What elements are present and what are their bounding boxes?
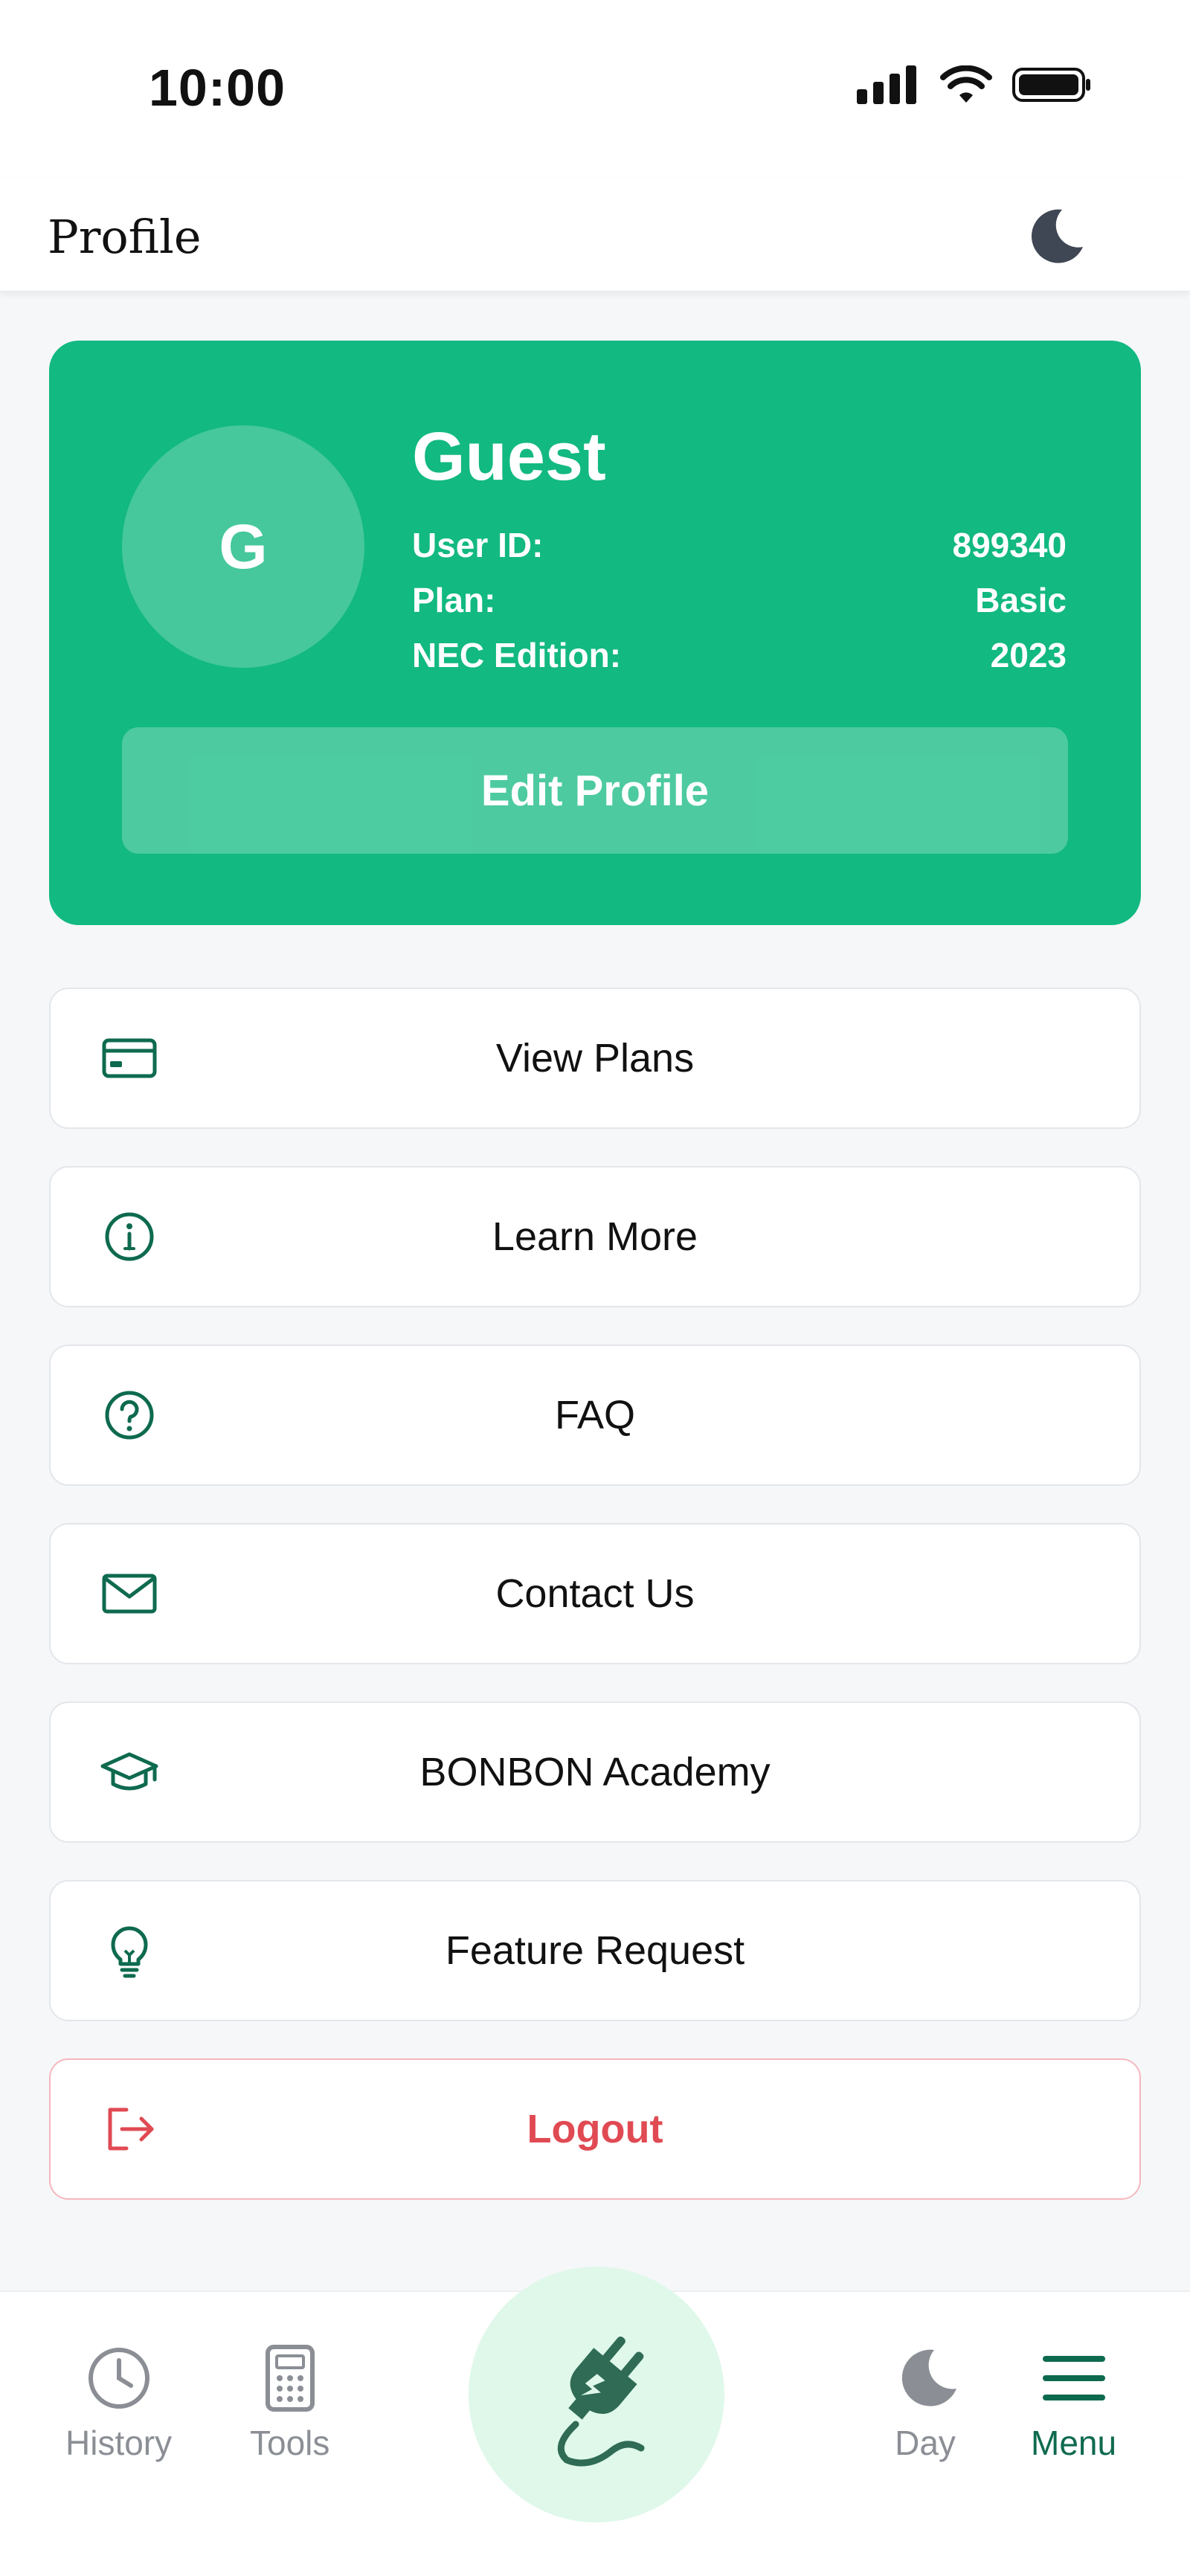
status-bar: 10:00 <box>0 0 1190 178</box>
nav-menu[interactable]: Menu <box>1031 2344 1116 2463</box>
menu-item-feature-request[interactable]: Feature Request <box>49 1880 1141 2021</box>
menu-list: View Plans Learn More FAQ Contact Us BON… <box>49 988 1141 2237</box>
mail-icon <box>102 1574 157 1614</box>
signal-icon <box>857 65 916 104</box>
avatar: G <box>122 425 364 668</box>
calculator-icon <box>265 2345 315 2412</box>
nav-history[interactable]: History <box>65 2344 172 2463</box>
nav-tools[interactable]: Tools <box>250 2344 329 2463</box>
user-id-label: User ID: <box>412 526 544 564</box>
moon-icon <box>901 2349 956 2406</box>
credit-card-icon <box>102 1038 157 1078</box>
logout-button[interactable]: Logout <box>49 2058 1141 2200</box>
app-header: Profile <box>0 178 1190 292</box>
menu-item-label: BONBON Academy <box>419 1750 771 1794</box>
profile-card: G Guest User ID: 899340 Plan: Basic NEC … <box>49 341 1141 925</box>
nav-tools-label: Tools <box>250 2424 330 2462</box>
menu-item-label: Contact Us <box>495 1571 695 1616</box>
status-time: 10:00 <box>149 59 286 117</box>
info-icon <box>105 1212 154 1261</box>
menu-item-contact-us[interactable]: Contact Us <box>49 1523 1141 1664</box>
user-id-row: User ID: 899340 <box>412 525 1067 565</box>
help-icon <box>105 1391 154 1440</box>
menu-item-view-plans[interactable]: View Plans <box>49 988 1141 1129</box>
edit-profile-button[interactable]: Edit Profile <box>122 727 1068 854</box>
moon-icon[interactable] <box>1023 205 1086 268</box>
nec-edition-row: NEC Edition: 2023 <box>412 635 1067 675</box>
nav-day[interactable]: Day <box>891 2344 959 2463</box>
page-title: Profile <box>48 210 202 264</box>
menu-item-label: Learn More <box>492 1214 698 1259</box>
user-id-value: 899340 <box>952 526 1067 564</box>
nec-edition-label: NEC Edition: <box>412 636 622 674</box>
menu-item-label: Feature Request <box>445 1928 745 1973</box>
lightbulb-icon <box>111 1926 148 1978</box>
electric-plug-icon <box>557 2336 645 2467</box>
menu-item-label: View Plans <box>495 1036 695 1081</box>
nav-menu-label: Menu <box>1031 2424 1117 2462</box>
menu-item-label: FAQ <box>554 1393 636 1437</box>
nec-edition-value: 2023 <box>990 636 1067 674</box>
plan-label: Plan: <box>412 581 496 619</box>
menu-item-faq[interactable]: FAQ <box>49 1345 1141 1486</box>
nav-day-label: Day <box>895 2424 956 2462</box>
nav-history-label: History <box>65 2424 173 2462</box>
wifi-icon <box>940 65 992 103</box>
plan-value: Basic <box>975 581 1067 619</box>
user-name: Guest <box>412 419 606 495</box>
menu-item-bonbon-academy[interactable]: BONBON Academy <box>49 1701 1141 1843</box>
menu-item-learn-more[interactable]: Learn More <box>49 1166 1141 1307</box>
clock-icon <box>88 2348 149 2409</box>
avatar-initial: G <box>219 511 268 582</box>
center-action-button[interactable] <box>469 2267 724 2522</box>
logout-icon <box>108 2108 154 2151</box>
plan-row: Plan: Basic <box>412 580 1067 620</box>
status-icons <box>857 65 1093 104</box>
logout-label: Logout <box>527 2107 663 2151</box>
graduation-cap-icon <box>100 1752 158 1791</box>
battery-icon <box>1012 68 1090 102</box>
hamburger-menu-icon <box>1042 2356 1105 2400</box>
